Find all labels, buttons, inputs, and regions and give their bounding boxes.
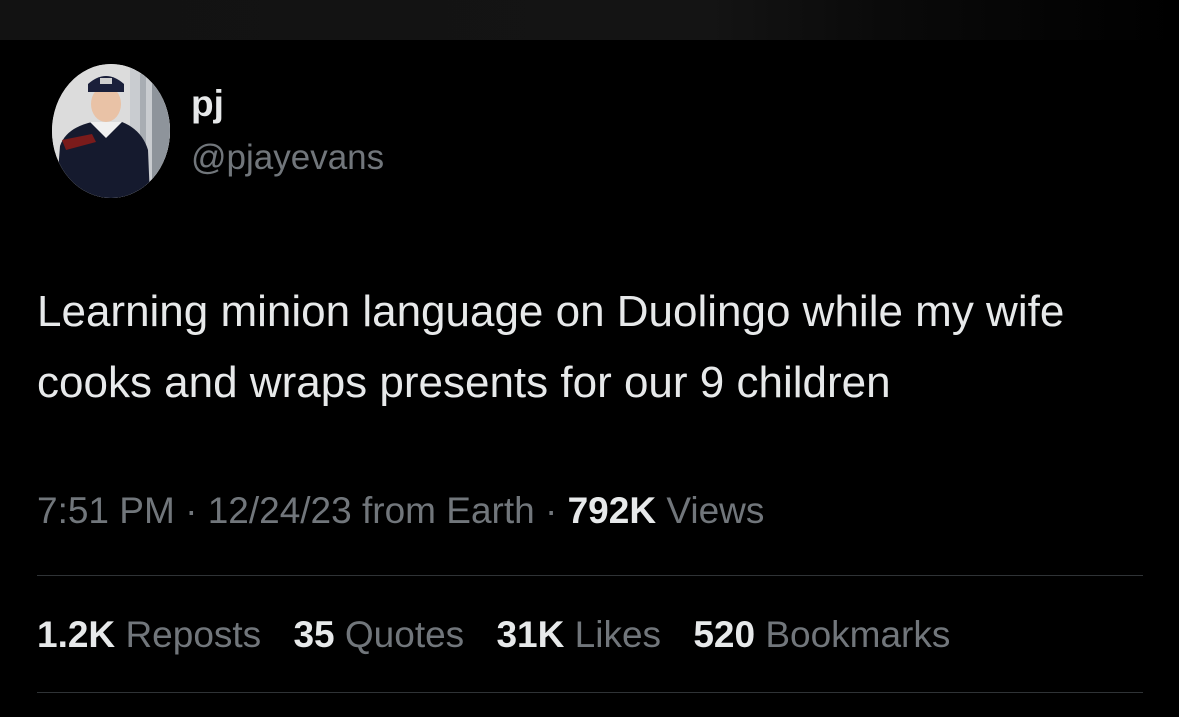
tweet-meta: 7:51 PM · 12/24/23 from Earth · 792K Vie…	[37, 486, 764, 536]
likes-count: 31K	[496, 614, 565, 655]
bookmarks-stat[interactable]: 520 Bookmarks	[693, 610, 950, 660]
quotes-label: Quotes	[344, 614, 465, 655]
reposts-count: 1.2K	[37, 614, 116, 655]
divider	[37, 692, 1143, 693]
likes-stat[interactable]: 31K Likes	[496, 610, 661, 660]
reposts-label: Reposts	[125, 614, 262, 655]
bookmarks-label: Bookmarks	[765, 614, 951, 655]
avatar[interactable]	[52, 64, 170, 198]
quotes-count: 35	[293, 614, 335, 655]
author-display-name[interactable]: pj	[191, 82, 224, 126]
meta-separator: ·	[185, 490, 198, 531]
quotes-stat[interactable]: 35 Quotes	[293, 610, 464, 660]
views-count: 792K	[567, 490, 657, 531]
tweet-timestamp[interactable]: 7:51 PM	[37, 490, 175, 531]
likes-label: Likes	[574, 614, 662, 655]
avatar-photo	[52, 64, 170, 198]
author-handle[interactable]: @pjayevans	[191, 136, 384, 180]
views-label: Views	[666, 490, 765, 531]
tweet-text: Learning minion language on Duolingo whi…	[37, 287, 1065, 407]
top-header-strip	[0, 0, 1179, 40]
meta-separator: ·	[545, 490, 558, 531]
divider	[37, 575, 1143, 576]
tweet-date-source[interactable]: 12/24/23 from Earth	[208, 490, 535, 531]
reposts-stat[interactable]: 1.2K Reposts	[37, 610, 261, 660]
engagement-stats: 1.2K Reposts 35 Quotes 31K Likes 520 Boo…	[37, 610, 972, 660]
bookmarks-count: 520	[693, 614, 756, 655]
